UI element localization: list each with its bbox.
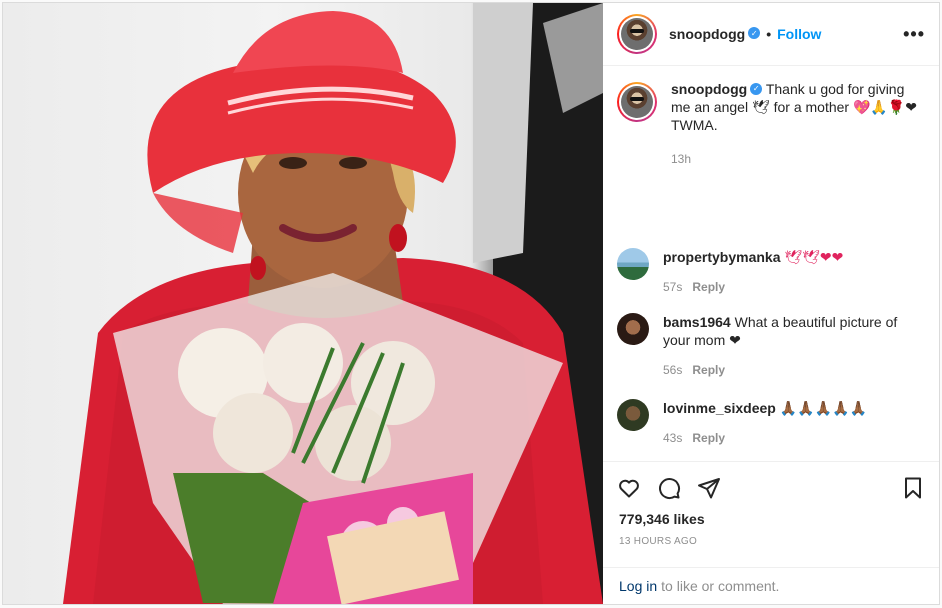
post-photo[interactable] xyxy=(3,3,603,604)
comment-item: lovinme_sixdeep 🙏🏾🙏🏾🙏🏾🙏🏾🙏🏾 43s Reply xyxy=(617,399,925,447)
avatar-image xyxy=(621,86,653,118)
header-separator: • xyxy=(766,26,772,42)
caption-username[interactable]: snoopdogg xyxy=(671,81,747,97)
action-bar xyxy=(603,461,939,513)
reply-button[interactable]: Reply xyxy=(692,431,725,445)
comment-item: propertybymanka 🕊🕊❤❤ 57s Reply xyxy=(617,248,925,296)
caption: snoopdogg ✓ Thank u god for giving me an … xyxy=(617,81,925,168)
comment-avatar[interactable] xyxy=(617,399,649,431)
bookmark-icon[interactable] xyxy=(901,476,925,500)
post-timestamp: 13 HOURS AGO xyxy=(619,536,698,547)
comment-age[interactable]: 43s xyxy=(663,431,682,445)
comment-username[interactable]: bams1964 xyxy=(663,314,731,330)
comment-avatar[interactable] xyxy=(617,248,649,280)
post-header: snoopdogg ✓ • Follow ••• xyxy=(603,3,939,66)
comment-username[interactable]: propertybymanka xyxy=(663,249,780,265)
reply-button[interactable]: Reply xyxy=(692,280,725,294)
photo-illustration xyxy=(63,3,603,604)
verified-badge-icon: ✓ xyxy=(748,27,761,39)
comment-avatar[interactable] xyxy=(617,313,649,345)
post-side-panel: snoopdogg ✓ • Follow ••• snoopdogg ✓ Than… xyxy=(603,3,939,604)
follow-button[interactable]: Follow xyxy=(777,26,821,42)
login-text: to like or comment. xyxy=(661,578,780,594)
comment-text: 🙏🏾🙏🏾🙏🏾🙏🏾🙏🏾 xyxy=(779,400,867,416)
heart-icon[interactable] xyxy=(617,476,641,500)
caption-avatar[interactable] xyxy=(617,82,657,122)
comment-age[interactable]: 57s xyxy=(663,280,682,294)
author-username[interactable]: snoopdogg xyxy=(669,26,745,42)
share-icon[interactable] xyxy=(697,476,721,500)
comment-icon[interactable] xyxy=(657,476,681,500)
comments-list[interactable]: snoopdogg ✓ Thank u god for giving me an … xyxy=(603,66,939,461)
avatar-image xyxy=(621,18,653,50)
comment-age[interactable]: 56s xyxy=(663,363,682,377)
reply-button[interactable]: Reply xyxy=(692,363,725,377)
likes-count[interactable]: 779,346 likes xyxy=(603,511,939,527)
caption-age[interactable]: 13h xyxy=(671,152,691,166)
more-options-icon[interactable]: ••• xyxy=(903,24,925,45)
comment-item: bams1964 What a beautiful picture of you… xyxy=(617,313,925,379)
comment-text: 🕊🕊❤❤ xyxy=(784,249,844,265)
login-prompt: Log in to like or comment. xyxy=(603,567,939,604)
post-modal: snoopdogg ✓ • Follow ••• snoopdogg ✓ Than… xyxy=(2,2,940,605)
author-avatar[interactable] xyxy=(617,14,657,54)
login-link[interactable]: Log in xyxy=(619,578,657,594)
comment-username[interactable]: lovinme_sixdeep xyxy=(663,400,776,416)
verified-badge-icon: ✓ xyxy=(750,83,763,96)
